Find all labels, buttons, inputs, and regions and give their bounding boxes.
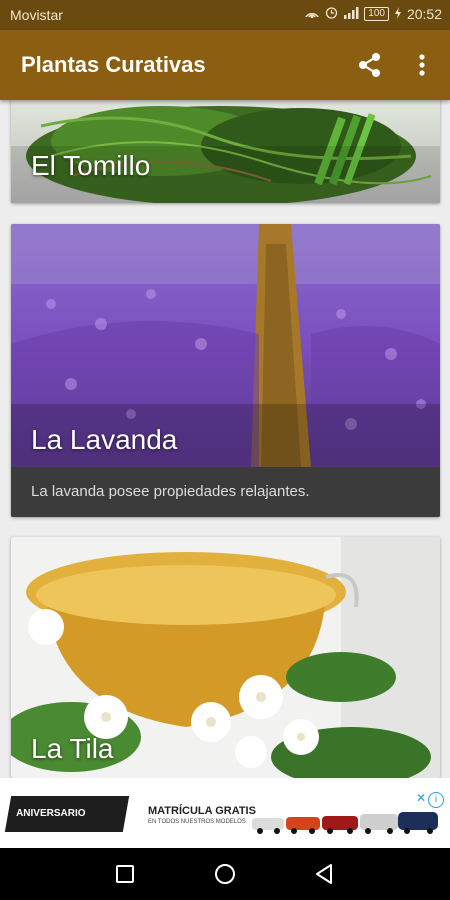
- hotspot-icon: [304, 7, 320, 22]
- plant-description-area: La lavanda posee propiedades relajantes.: [11, 467, 440, 517]
- charging-icon: [394, 6, 402, 22]
- signal-icon: [343, 6, 359, 22]
- share-icon: [359, 53, 380, 77]
- alarm-icon: [325, 6, 338, 22]
- navigation-bar: [0, 848, 450, 900]
- carrier-name: Movistar: [10, 7, 63, 23]
- more-vert-icon: [419, 54, 425, 76]
- plant-title: El Tomillo: [31, 150, 151, 181]
- more-options-button[interactable]: [410, 50, 434, 80]
- ad-subline: EN TODOS NUESTROS MODELOS: [148, 819, 246, 825]
- ad-badge: ANIVERSARIO: [4, 796, 130, 832]
- plant-card-tomillo[interactable]: El Tomillo: [11, 100, 440, 203]
- ad-close-icon[interactable]: ✕: [416, 791, 426, 805]
- recent-apps-icon: [116, 865, 134, 883]
- clock: 20:52: [406, 6, 442, 22]
- plant-title: La Lavanda: [31, 424, 178, 455]
- ad-cars-image: [252, 812, 438, 834]
- plant-card-lavanda[interactable]: La Lavanda La lavanda posee propiedades …: [11, 224, 440, 517]
- share-button[interactable]: [355, 50, 385, 80]
- ad-headline: MATRÍCULA GRATIS: [148, 805, 256, 817]
- plant-title: La Tila: [31, 733, 114, 764]
- back-button[interactable]: [312, 861, 338, 887]
- ad-banner[interactable]: ANIVERSARIO MATRÍCULA GRATIS EN TODOS NU…: [0, 778, 450, 848]
- ad-info-icon[interactable]: i: [428, 792, 444, 808]
- battery-level: 100: [364, 7, 389, 21]
- home-icon: [215, 864, 235, 884]
- plant-description: La lavanda posee propiedades relajantes.: [31, 483, 310, 500]
- status-icons: 100 20:52: [304, 6, 442, 22]
- status-bar: Movistar 100 20:52: [0, 0, 450, 30]
- app-title: Plantas Curativas: [21, 52, 206, 77]
- plant-card-tila[interactable]: La Tila: [11, 537, 440, 778]
- home-button[interactable]: [212, 861, 238, 887]
- app-bar: Plantas Curativas: [0, 30, 450, 100]
- ad-badge-text: ANIVERSARIO: [16, 808, 86, 819]
- plant-list[interactable]: El Tomillo La Lavanda La lavanda posee p…: [0, 100, 450, 778]
- recent-apps-button[interactable]: [112, 861, 138, 887]
- back-icon: [316, 864, 332, 884]
